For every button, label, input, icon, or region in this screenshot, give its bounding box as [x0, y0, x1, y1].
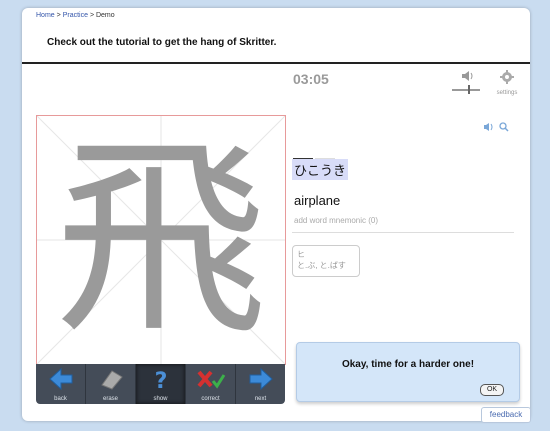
- show-button[interactable]: ? show: [136, 364, 186, 404]
- word-tools: [483, 119, 509, 137]
- speaker-icon[interactable]: [483, 122, 495, 132]
- back-arrow-icon: [48, 367, 72, 391]
- breadcrumb-current: Demo: [95, 12, 115, 19]
- component-kun-reading: と.ぶ, と.ばす: [297, 261, 346, 270]
- word-reading: ひこうき: [292, 159, 349, 180]
- word-definition: airplane: [294, 193, 341, 208]
- breadcrumb-separator: >: [89, 12, 95, 19]
- question-icon: ?: [154, 369, 167, 394]
- eraser-icon: [100, 370, 123, 390]
- add-mnemonic-link[interactable]: add word mnemonic (0): [294, 216, 378, 225]
- definition-divider: [292, 232, 514, 233]
- next-arrow-icon: [249, 367, 273, 391]
- settings-button[interactable]: settings: [494, 70, 520, 98]
- breadcrumb: Home > Practice > Demo: [36, 12, 115, 19]
- breadcrumb-separator: >: [56, 12, 61, 19]
- component-kana: ヒ: [297, 250, 305, 259]
- volume-icon: [452, 71, 480, 94]
- show-label: show: [153, 396, 168, 402]
- tutorial-popup: Okay, time for a harder one! OK: [296, 342, 520, 402]
- correct-button[interactable]: correct: [186, 364, 236, 404]
- magnifier-icon[interactable]: [499, 122, 509, 132]
- main-card: Home > Practice > Demo Check out the tut…: [22, 8, 530, 421]
- feedback-tab[interactable]: feedback: [481, 407, 531, 423]
- next-label: next: [254, 396, 267, 402]
- kanji-character: 飛: [55, 116, 267, 363]
- svg-text:?: ?: [154, 369, 167, 391]
- breadcrumb-practice-link[interactable]: Practice: [63, 12, 88, 19]
- tutorial-instruction: Check out the tutorial to get the hang o…: [47, 37, 277, 48]
- ok-button[interactable]: OK: [480, 384, 504, 396]
- canvas-toolbar: back erase ? show correct next: [36, 364, 285, 404]
- volume-control[interactable]: [450, 71, 482, 97]
- popup-message: Okay, time for a harder one!: [341, 359, 475, 370]
- next-button[interactable]: next: [236, 364, 285, 404]
- settings-label: settings: [496, 90, 518, 96]
- settings-gear-icon: [500, 70, 514, 84]
- back-label: back: [54, 396, 67, 402]
- back-button[interactable]: back: [36, 364, 86, 404]
- correct-label: correct: [201, 396, 220, 402]
- timer: 03:05: [293, 71, 329, 87]
- header-divider: [22, 62, 530, 64]
- breadcrumb-home-link[interactable]: Home: [36, 12, 55, 19]
- writing-canvas[interactable]: 飛: [36, 115, 286, 365]
- kanji-components-box: ヒ と.ぶ, と.ばす: [292, 245, 360, 277]
- correct-icon: [196, 370, 225, 389]
- erase-label: erase: [102, 396, 118, 402]
- erase-button[interactable]: erase: [86, 364, 136, 404]
